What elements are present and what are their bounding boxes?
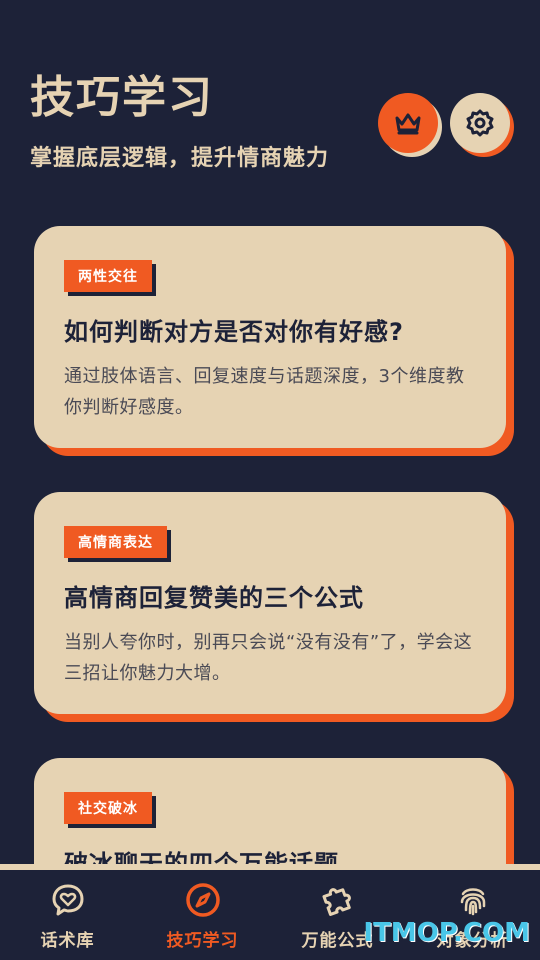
tab-skill-learning[interactable]: 技巧学习: [135, 870, 270, 960]
puzzle-icon: [321, 888, 351, 916]
category-tag: 社交破冰: [64, 792, 152, 824]
tab-label: 技巧学习: [166, 931, 239, 951]
compass-icon: [185, 883, 220, 917]
vip-button[interactable]: [378, 93, 438, 153]
article-card[interactable]: 两性交往 如何判断对方是否对你有好感? 通过肢体语言、回复速度与话题深度，3个维…: [34, 226, 506, 448]
chat-heart-icon: [52, 884, 83, 916]
card-description: 通过肢体语言、回复速度与话题深度，3个维度教你判断好感度。: [64, 366, 465, 418]
category-tag: 两性交往: [64, 260, 152, 292]
tab-phrase-library[interactable]: 话术库: [0, 870, 135, 960]
settings-button[interactable]: [450, 93, 510, 153]
category-tag: 高情商表达: [64, 526, 167, 558]
card-description: 当别人夸你时，别再只会说“没有没有”了，学会这三招让你魅力大增。: [64, 632, 473, 684]
article-card[interactable]: 高情商表达 高情商回复赞美的三个公式 当别人夸你时，别再只会说“没有没有”了，学…: [34, 492, 506, 714]
fingerprint-icon: [460, 888, 485, 916]
gear-icon: [466, 109, 494, 137]
crown-icon: [395, 113, 421, 135]
header: 技巧学习 掌握底层逻辑，提升情商魅力: [30, 68, 329, 172]
page-title: 技巧学习: [30, 72, 214, 123]
card-title: 高情商回复赞美的三个公式: [64, 584, 364, 612]
card-title: 如何判断对方是否对你有好感?: [64, 318, 404, 346]
tab-label: 话术库: [40, 931, 95, 951]
page-subtitle: 掌握底层逻辑，提升情商魅力: [30, 146, 330, 171]
watermark: ITMOP.COM: [363, 918, 530, 948]
